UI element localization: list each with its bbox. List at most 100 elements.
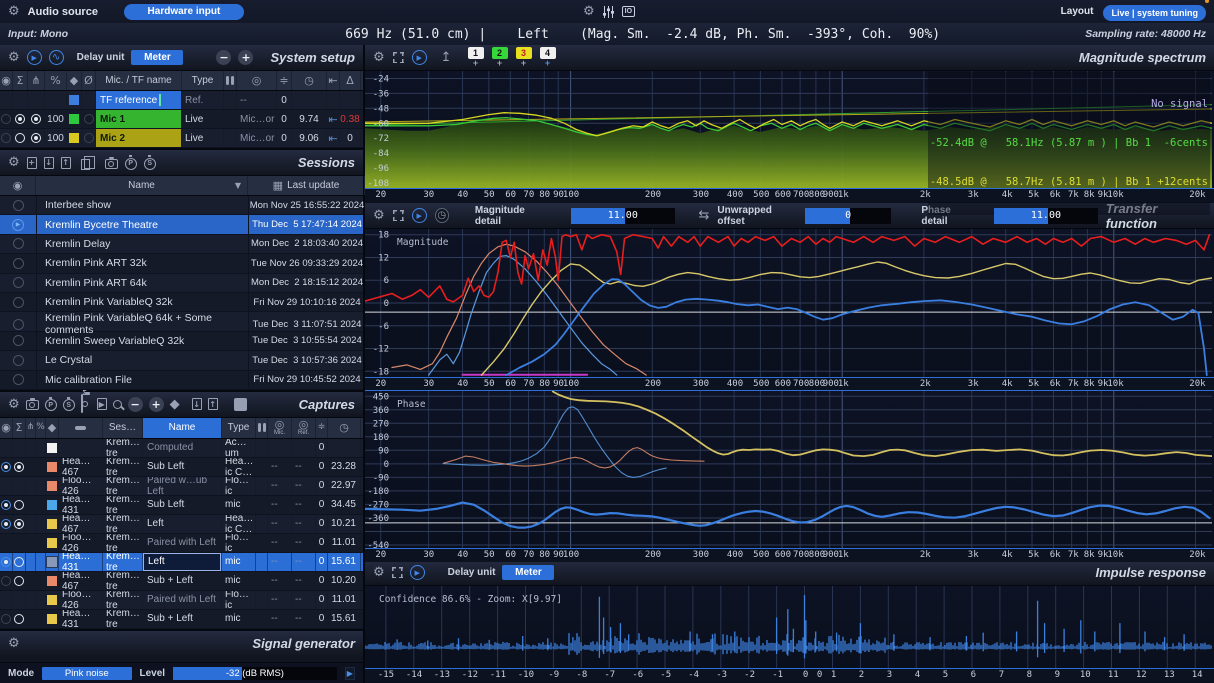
radio-indicator[interactable] — [31, 114, 41, 124]
capture-color-swatch[interactable] — [47, 462, 57, 472]
duplicate-session-icon[interactable] — [81, 159, 90, 170]
session-radio[interactable] — [13, 319, 24, 330]
radio-indicator[interactable] — [1, 557, 11, 567]
capture-row[interactable]: Hea…431Krem…treSub + Leftmic----015.61 — [0, 610, 363, 629]
capture-name-cell-focused[interactable]: Left — [143, 553, 221, 571]
capture-color-swatch[interactable] — [47, 538, 57, 548]
capture-row[interactable]: Floo… 426Krem…trePaired w…ub LeftFlo…ic-… — [0, 477, 363, 496]
report-icon[interactable]: ▶ — [97, 398, 107, 410]
new-session-icon[interactable]: + — [27, 157, 37, 169]
color-swatch-button[interactable] — [234, 398, 247, 411]
import-session-icon[interactable]: ↓ — [44, 157, 54, 169]
capture-color-swatch[interactable] — [47, 519, 57, 529]
sessions-eye-icon[interactable]: ◉ — [13, 180, 23, 191]
session-row[interactable]: Mic calibration FileFri Nov 29 10:45:52 … — [0, 371, 363, 390]
io-icon[interactable]: IO — [622, 6, 635, 17]
faders-icon[interactable] — [602, 6, 615, 18]
cap-name-column-header[interactable]: Name — [143, 418, 222, 438]
spectrum-plot[interactable]: -24-36-48-60-72-84-96-108 No signal -52.… — [365, 71, 1214, 188]
group-3-add-icon[interactable]: + — [521, 59, 526, 68]
system-setup-row[interactable]: 100Mic 1LiveMic…or09.74⇤0.38 — [0, 110, 363, 129]
cap-eye-icon[interactable]: ◉ — [1, 422, 11, 433]
export-session-icon[interactable]: ↑ — [61, 157, 71, 169]
layout-label[interactable]: Layout — [1061, 6, 1094, 17]
tfphase-chart[interactable]: 450360270180900-90-180-270-360-540Phase — [365, 391, 1212, 548]
eye-toggle[interactable] — [1, 114, 11, 124]
tf-magnitude-plot[interactable]: 181260-6-12-18Magnitude — [365, 229, 1214, 377]
cap-micpair-icon[interactable] — [258, 423, 266, 432]
snapshot-icon[interactable] — [105, 159, 118, 169]
radio-indicator[interactable] — [15, 114, 25, 124]
capture-color-swatch[interactable] — [47, 576, 57, 586]
level-slider[interactable]: -32 (dB RMS) — [173, 667, 337, 680]
color-column-icon[interactable]: ◆ — [70, 75, 78, 86]
calibration-column-icon[interactable]: ◎ — [252, 75, 262, 86]
cap-filter-icon[interactable]: ≑ — [318, 423, 326, 432]
group-4-add-icon[interactable]: + — [545, 59, 550, 68]
captures-zoom-out-button[interactable]: − — [128, 397, 143, 412]
radio-indicator[interactable] — [1, 614, 11, 624]
capture-row[interactable]: Hea…431Krem…treSub Leftmic----034.45 — [0, 496, 363, 515]
cap-session-column-header[interactable]: Ses… — [103, 418, 143, 438]
radio-indicator[interactable] — [31, 133, 41, 143]
routing-column-icon[interactable]: ⋔ — [31, 75, 40, 86]
session-radio[interactable] — [13, 335, 24, 346]
magnitude-detail-field[interactable]: 11.00 — [571, 208, 674, 224]
radio-indicator[interactable] — [1, 519, 11, 529]
inspect-icon[interactable] — [113, 400, 122, 409]
radio-indicator[interactable] — [14, 557, 24, 567]
tf-live-icon[interactable]: ▶ — [412, 208, 427, 223]
unwrap-icon[interactable]: ⇆ — [699, 209, 710, 222]
capture-row[interactable]: Krem…treComputedAc…um0 — [0, 439, 363, 458]
tf-reference-name-cell[interactable]: TF reference — [96, 91, 181, 109]
live-system-tuning-button[interactable]: Live | system tuning — [1103, 5, 1206, 21]
mic-name-cell[interactable]: Mic 1 — [96, 110, 181, 128]
delta-column-icon[interactable]: Δ — [346, 75, 354, 86]
filter-column-icon[interactable]: ≑ — [279, 75, 288, 86]
session-radio[interactable] — [13, 374, 24, 385]
session-radio[interactable] — [13, 200, 24, 211]
capture-icon[interactable] — [26, 400, 39, 410]
generator-mode-button[interactable]: Pink noise — [42, 667, 131, 680]
eye-column-icon[interactable]: ◉ — [1, 75, 11, 86]
session-radio[interactable] — [13, 238, 24, 249]
zoom-out-button[interactable]: − — [216, 50, 231, 65]
capture-row[interactable]: Hea…467Krem…treSub + Leftmic----010.20 — [0, 572, 363, 591]
spectrum-gear-icon[interactable]: ⚙ — [373, 51, 385, 64]
cap-mic-column-icon[interactable] — [75, 426, 86, 430]
capture-color-swatch[interactable] — [47, 595, 57, 605]
tf-time-icon[interactable]: ◷ — [435, 208, 449, 223]
impulse-fullscreen-icon[interactable] — [392, 567, 403, 578]
capture-color-swatch[interactable] — [47, 481, 57, 491]
session-radio[interactable] — [13, 355, 24, 366]
cap-routing-icon[interactable]: ⋔ — [27, 423, 35, 432]
sessions-name-header[interactable]: Name ▼ — [36, 176, 248, 195]
generator-play-button[interactable]: ▶ — [345, 667, 355, 680]
cap-type-column-header[interactable]: Type — [222, 418, 256, 438]
radio-indicator[interactable] — [1, 576, 11, 586]
system-setup-gear-icon[interactable]: ⚙ — [8, 51, 20, 64]
capture-row[interactable]: Hea…467Krem…treLeftHea…ic C…----010.21 — [0, 515, 363, 534]
impulse-gear-icon[interactable]: ⚙ — [373, 566, 385, 579]
settings-gear-icon[interactable]: ⚙ — [583, 5, 595, 18]
spectrum-live-icon[interactable]: ▶ — [412, 50, 427, 65]
session-row[interactable]: Kremlin Pink VariableQ 64k + Some commen… — [0, 312, 363, 331]
cap-delay-icon[interactable]: ◷ — [339, 422, 349, 433]
cap-sum-icon[interactable]: Σ — [16, 422, 23, 433]
session-row[interactable]: Kremlin DelayMon Dec 2 18:03:40 2024 — [0, 235, 363, 254]
sweep-capture-timer-icon[interactable]: S — [144, 158, 156, 170]
session-row[interactable]: Kremlin Pink VariableQ 32kFri Nov 29 10:… — [0, 293, 363, 312]
color-swatch[interactable] — [69, 114, 79, 124]
unwrapped-offset-field[interactable]: 0 — [805, 208, 892, 224]
cap-mic-target-header[interactable]: ◎Mic. — [274, 419, 285, 436]
export-capture-icon[interactable]: ↑ — [208, 398, 218, 410]
import-capture-icon[interactable]: ↓ — [192, 398, 202, 410]
system-setup-row[interactable]: 100Mic 2LiveMic…or09.06⇤0 — [0, 129, 363, 148]
session-row[interactable]: Interbee showMon Nov 25 16:55:22 2024 — [0, 196, 363, 215]
delay-unit-meter-button[interactable]: Meter — [131, 50, 183, 65]
capture-color-swatch[interactable] — [47, 500, 57, 510]
impulse-plot[interactable]: Confidence 86.6% - Zoom: X[9.97] — [365, 586, 1214, 668]
phase-detail-field[interactable]: 11.00 — [994, 208, 1097, 224]
type-column-header[interactable]: Type — [182, 71, 224, 90]
capture-row[interactable]: Hea…467Krem…treSub LeftHea…ic C…----023.… — [0, 458, 363, 477]
